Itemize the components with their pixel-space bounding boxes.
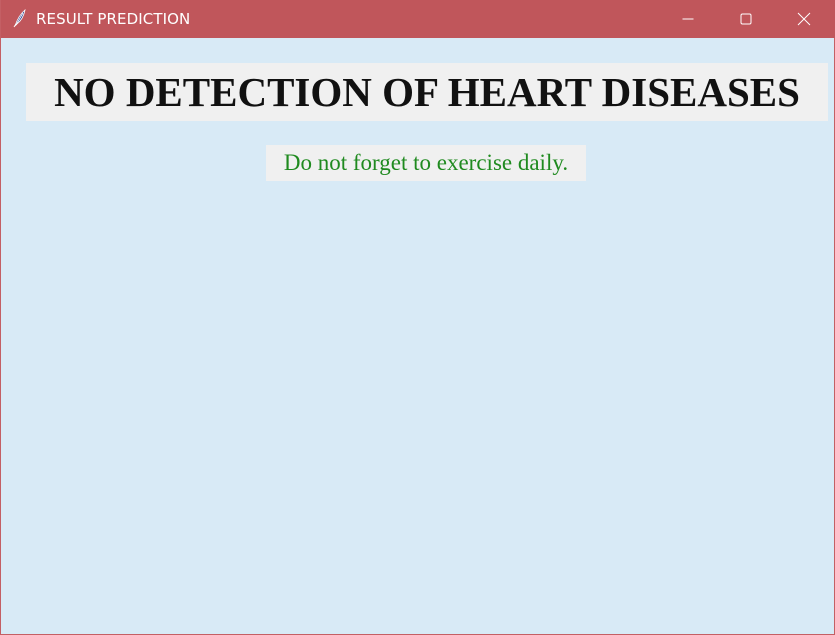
result-heading: NO DETECTION OF HEART DISEASES: [26, 63, 828, 121]
maximize-button[interactable]: [717, 0, 775, 38]
advice-message: Do not forget to exercise daily.: [266, 145, 586, 181]
feather-icon: [11, 8, 29, 28]
title-bar[interactable]: RESULT PREDICTION: [1, 0, 835, 38]
window-title: RESULT PREDICTION: [36, 10, 191, 28]
result-prediction-window: RESULT PREDICTION NO DETECTION OF HEART …: [0, 0, 835, 635]
minimize-icon: [682, 13, 694, 25]
close-button[interactable]: [775, 0, 833, 38]
close-icon: [797, 12, 811, 26]
maximize-icon: [740, 13, 752, 25]
minimize-button[interactable]: [659, 0, 717, 38]
